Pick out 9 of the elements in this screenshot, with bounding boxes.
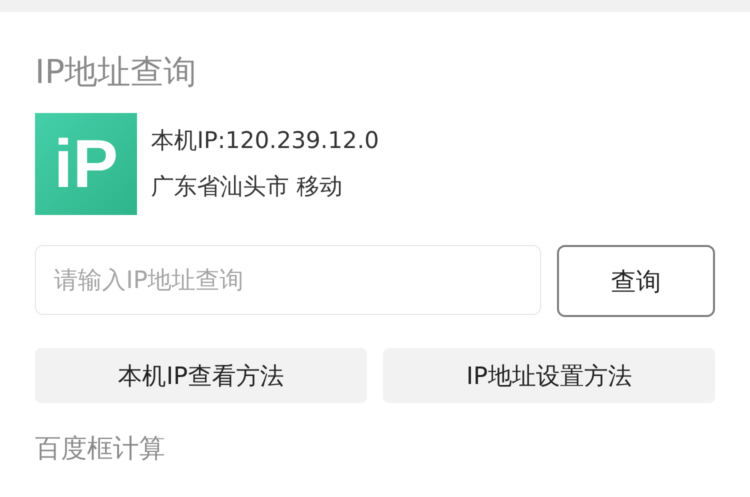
help-link-button[interactable]: 本机IP查看方法 bbox=[35, 348, 367, 403]
ip-logo-icon: iP bbox=[35, 113, 137, 215]
query-button[interactable]: 查询 bbox=[557, 245, 715, 317]
help-link-button[interactable]: IP地址设置方法 bbox=[383, 348, 715, 403]
location-text: 广东省汕头市 移动 bbox=[151, 173, 344, 202]
card-title: IP地址查询 bbox=[35, 51, 198, 93]
ip-search-field[interactable]: 请输入IP地址查询 bbox=[35, 245, 541, 315]
local-ip-text: 本机IP:120.239.12.0 bbox=[151, 127, 380, 156]
footer-text: 百度框计算 bbox=[35, 433, 166, 466]
